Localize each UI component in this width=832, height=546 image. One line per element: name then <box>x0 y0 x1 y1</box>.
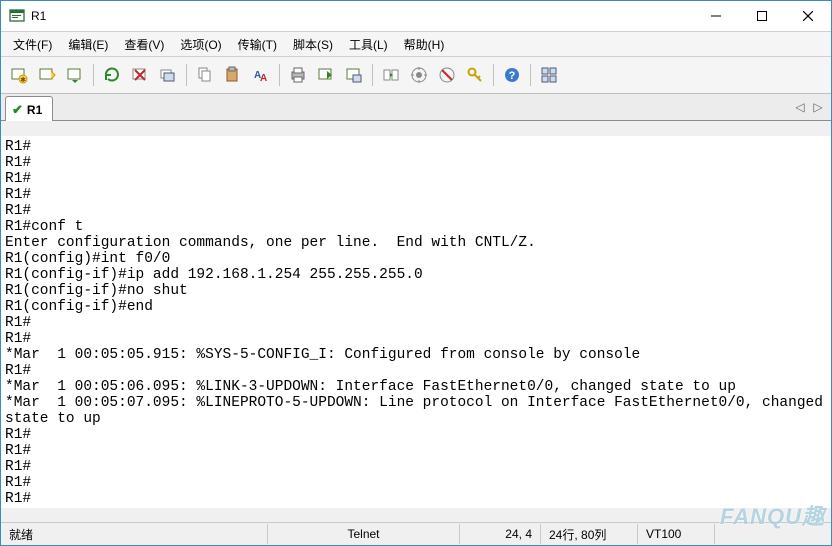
status-ready: 就绪 <box>1 524 268 544</box>
transfer-icon[interactable] <box>378 62 404 88</box>
new-session-icon[interactable]: ✱ <box>6 62 32 88</box>
app-icon <box>9 8 25 24</box>
menu-script[interactable]: 脚本(S) <box>285 33 341 56</box>
terminal-output[interactable]: R1# R1# R1# R1# R1# R1#conf t Enter conf… <box>1 136 831 508</box>
script-stop-icon[interactable] <box>434 62 460 88</box>
svg-text:?: ? <box>509 70 516 82</box>
menu-transfer[interactable]: 传输(T) <box>230 33 285 56</box>
key-icon[interactable] <box>462 62 488 88</box>
svg-text:✱: ✱ <box>20 76 26 84</box>
toolbar-separator <box>530 64 531 86</box>
menu-edit[interactable]: 编辑(E) <box>60 33 116 56</box>
menu-tools[interactable]: 工具(L) <box>341 33 396 56</box>
print-icon[interactable] <box>285 62 311 88</box>
maximize-button[interactable] <box>739 1 785 31</box>
status-protocol: Telnet <box>268 524 460 544</box>
connect-sftp-icon[interactable] <box>62 62 88 88</box>
title-bar: R1 <box>1 1 831 32</box>
toolbar-separator <box>372 64 373 86</box>
toolbar-separator <box>93 64 94 86</box>
tab-scroll-left-icon[interactable]: ◁ <box>793 98 807 116</box>
menu-help[interactable]: 帮助(H) <box>396 33 453 56</box>
tile-icon[interactable] <box>536 62 562 88</box>
menu-file[interactable]: 文件(F) <box>5 33 60 56</box>
find-icon[interactable]: AA <box>248 62 274 88</box>
status-emulation: VT100 <box>638 524 715 544</box>
check-icon: ✔ <box>12 102 23 118</box>
app-window: R1 文件(F) 编辑(E) 查看(V) 选项(O) 传输(T) 脚本(S) 工… <box>0 0 832 546</box>
tab-label: R1 <box>27 103 42 117</box>
tab-scroll-right-icon[interactable]: ▷ <box>811 98 825 116</box>
toolbar-separator <box>186 64 187 86</box>
help-icon[interactable]: ? <box>499 62 525 88</box>
status-size: 24行, 80列 <box>541 524 638 544</box>
quick-connect-icon[interactable] <box>34 62 60 88</box>
paste-icon[interactable] <box>220 62 246 88</box>
minimize-button[interactable] <box>693 1 739 31</box>
toolbar-separator <box>493 64 494 86</box>
status-bar: 就绪 Telnet 24, 4 24行, 80列 VT100 <box>1 522 831 545</box>
script-run-icon[interactable] <box>406 62 432 88</box>
send-icon[interactable] <box>313 62 339 88</box>
svg-text:A: A <box>260 73 267 84</box>
menu-options[interactable]: 选项(O) <box>172 33 229 56</box>
menu-bar: 文件(F) 编辑(E) 查看(V) 选项(O) 传输(T) 脚本(S) 工具(L… <box>1 32 831 57</box>
menu-view[interactable]: 查看(V) <box>116 33 172 56</box>
reconnect-icon[interactable] <box>99 62 125 88</box>
toolbar: ✱ AA ? <box>1 57 831 94</box>
tab-strip: ✔ R1 ◁ ▷ <box>1 94 831 121</box>
copy-icon[interactable] <box>192 62 218 88</box>
status-cursor: 24, 4 <box>460 524 541 544</box>
session-options-icon[interactable] <box>341 62 367 88</box>
sessions-icon[interactable] <box>155 62 181 88</box>
toolbar-separator <box>279 64 280 86</box>
tab-session-active[interactable]: ✔ R1 <box>5 96 53 121</box>
window-title: R1 <box>31 9 46 23</box>
close-button[interactable] <box>785 1 831 31</box>
disconnect-icon[interactable] <box>127 62 153 88</box>
